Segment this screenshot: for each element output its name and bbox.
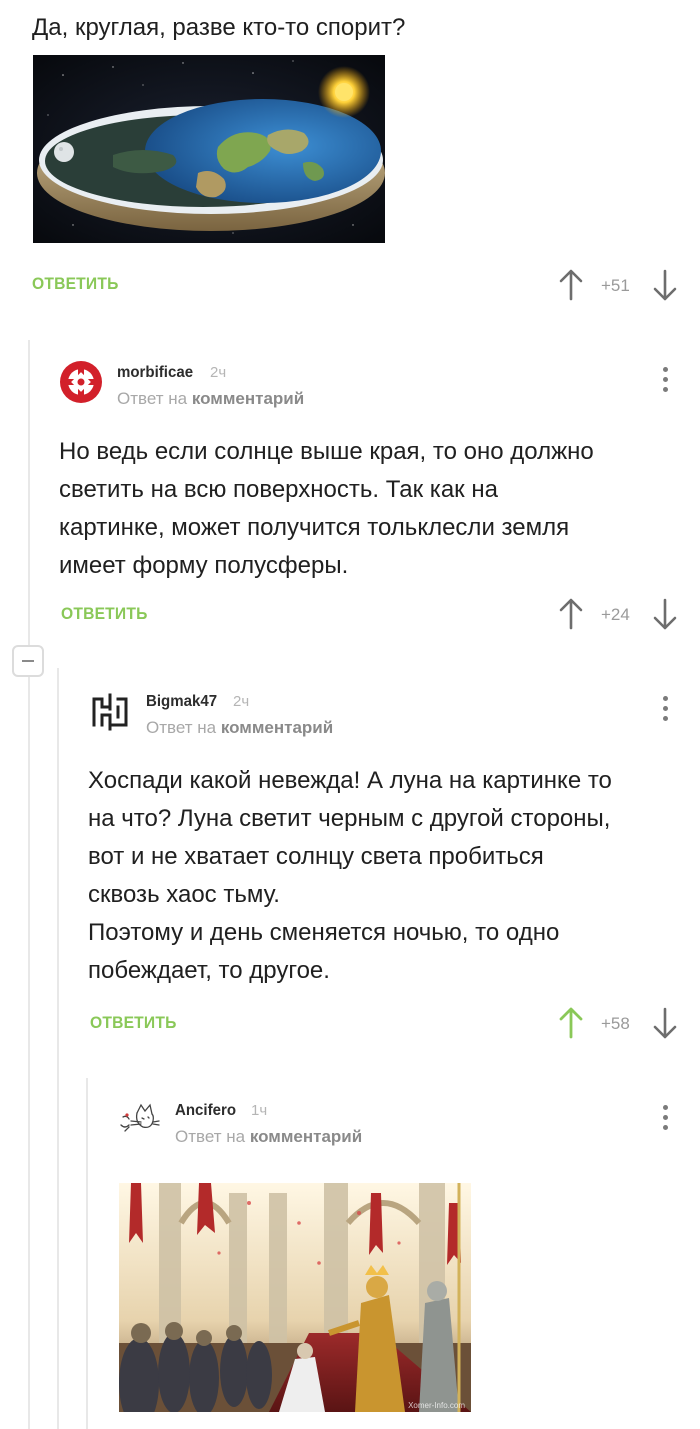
comment-body: Но ведь если солнце выше края, то оно до… xyxy=(59,438,594,579)
post-reply-button[interactable]: ОТВЕТИТЬ xyxy=(32,274,119,294)
reply-to-link[interactable]: комментарий xyxy=(192,389,304,408)
comment-username[interactable]: Bigmak47 xyxy=(146,693,217,711)
kebab-menu-icon[interactable] xyxy=(661,1105,669,1133)
avatar[interactable] xyxy=(88,689,132,733)
post-image-flat-earth[interactable] xyxy=(33,55,385,243)
kebab-menu-icon[interactable] xyxy=(661,696,669,724)
reply-to-info: Ответ на комментарий xyxy=(175,1127,362,1147)
post-score: +51 xyxy=(601,276,630,295)
comment-body: Хоспади какой невежда! А луна на картинк… xyxy=(88,767,612,984)
throne-hall-illustration: Xomer-Info.com xyxy=(119,1183,471,1428)
downvote-arrow-icon[interactable] xyxy=(650,268,680,302)
comment-time: 2ч xyxy=(233,693,250,710)
collapse-thread-button[interactable] xyxy=(12,645,44,677)
upvote-arrow-icon[interactable] xyxy=(556,268,586,302)
avatar[interactable] xyxy=(59,360,103,404)
upvote-arrow-icon-active[interactable] xyxy=(556,1006,586,1040)
image-watermark: Xomer-Info.com xyxy=(408,1401,465,1410)
comment-score: +58 xyxy=(601,1014,630,1033)
flat-earth-illustration xyxy=(33,55,385,243)
comment-time: 2ч xyxy=(210,364,227,381)
post-text: Да, круглая, разве кто-то спорит? xyxy=(32,14,406,41)
cat-sketch-avatar-icon xyxy=(120,1103,160,1132)
cross-emblem-avatar-icon xyxy=(60,361,102,403)
upvote-arrow-icon[interactable] xyxy=(556,597,586,631)
reply-to-prefix: Ответ на xyxy=(175,1127,246,1146)
avatar[interactable] xyxy=(117,1099,161,1143)
comment-reply-button[interactable]: ОТВЕТИТЬ xyxy=(90,1013,177,1033)
kebab-menu-icon[interactable] xyxy=(661,367,669,395)
thread-line-level-3[interactable] xyxy=(86,1078,88,1429)
comment-time: 1ч xyxy=(251,1102,268,1119)
reply-to-prefix: Ответ на xyxy=(117,389,188,408)
reply-to-info: Ответ на комментарий xyxy=(117,389,304,409)
comment-score: +24 xyxy=(601,605,630,624)
comment-reply-button[interactable]: ОТВЕТИТЬ xyxy=(61,604,148,624)
thread-line-level-2[interactable] xyxy=(57,668,59,1429)
comment-image-throne-hall[interactable]: Xomer-Info.com xyxy=(119,1183,471,1428)
downvote-arrow-icon[interactable] xyxy=(650,1006,680,1040)
thread-line-level-1[interactable] xyxy=(28,340,30,1429)
downvote-arrow-icon[interactable] xyxy=(650,597,680,631)
reply-to-link[interactable]: комментарий xyxy=(221,718,333,737)
collapse-thread-icon xyxy=(22,660,34,662)
reply-to-prefix: Ответ на xyxy=(146,718,217,737)
band-logo-avatar-icon xyxy=(92,693,128,731)
reply-to-link[interactable]: комментарий xyxy=(250,1127,362,1146)
comment-username[interactable]: morbificae xyxy=(117,364,193,382)
reply-to-info: Ответ на комментарий xyxy=(146,718,333,738)
comment-username[interactable]: Ancifero xyxy=(175,1102,236,1120)
